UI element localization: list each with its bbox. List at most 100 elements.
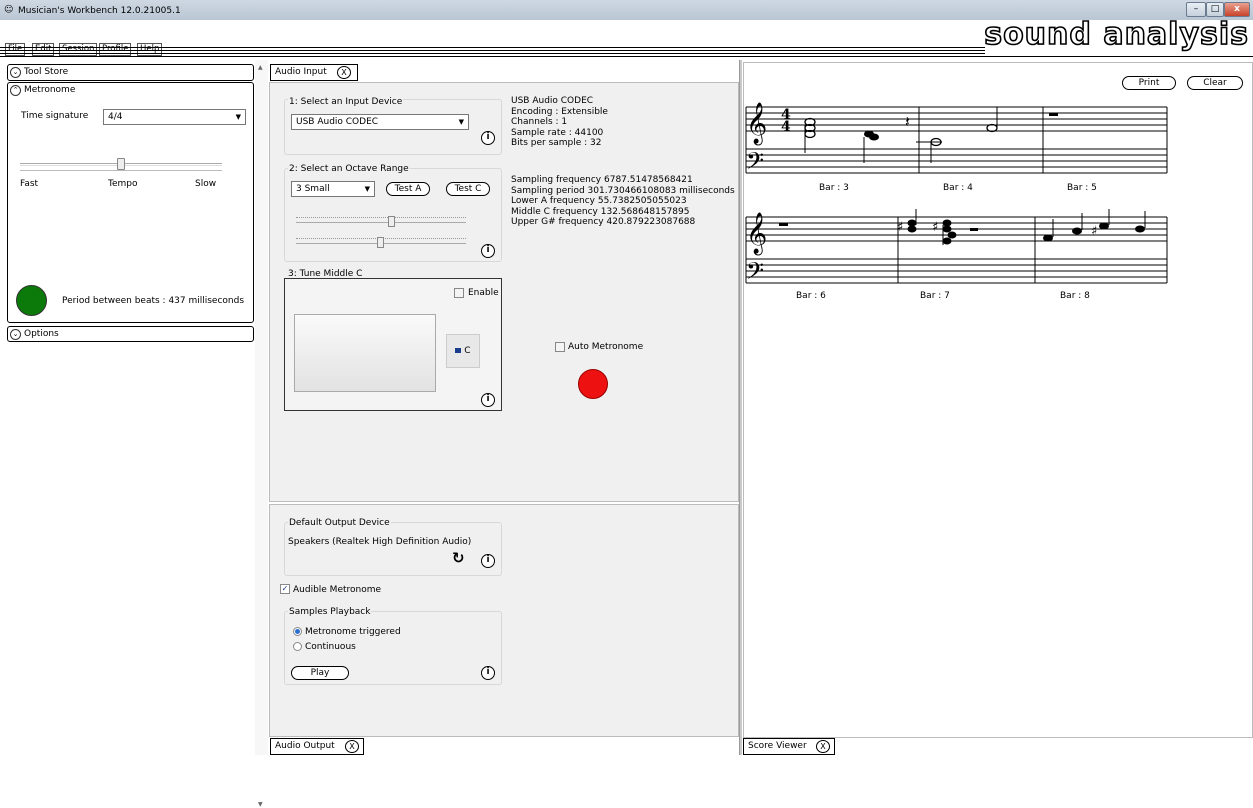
svg-text:𝄽: 𝄽 <box>905 112 910 131</box>
metronome-header[interactable]: ⌃ Metronome <box>8 83 253 99</box>
input-device-group-label: 1: Select an Input Device <box>288 97 404 107</box>
bass-clef-icon: 𝄢 <box>746 147 764 180</box>
tab-audio-output[interactable]: Audio Output X <box>270 738 364 755</box>
frequency-info-block: Sampling frequency 6787.51478568421 Samp… <box>511 175 735 228</box>
input-device-select[interactable]: USB Audio CODEC ▼ <box>291 114 469 130</box>
bar-8-notes: ♯ <box>1043 209 1146 242</box>
score-viewer-pane: Print Clear 𝄞 𝄢 4 4 𝄽 𝄞 𝄢 ♯ ♯ ♯ Bar: 3 … <box>743 62 1253 738</box>
refresh-icon[interactable]: ↻ <box>452 551 465 566</box>
info-icon[interactable]: i <box>481 131 495 145</box>
test-a-button[interactable]: Test A <box>386 182 430 196</box>
close-window-button[interactable]: x <box>1224 2 1250 17</box>
radio-continuous-label: Continuous <box>305 642 356 652</box>
tab-score-viewer[interactable]: Score Viewer X <box>743 738 835 755</box>
app-icon: ☺ <box>4 5 14 15</box>
octave-slider-ticks <box>296 217 466 219</box>
bar-label: Bar : 5 <box>1067 183 1097 193</box>
audible-metronome-checkbox[interactable]: ✓ <box>280 584 290 594</box>
time-signature-select[interactable]: 4/4 ▼ <box>103 109 246 125</box>
octave-slider-thumb[interactable] <box>388 216 395 227</box>
radio-metronome-triggered-label: Metronome triggered <box>305 627 401 637</box>
svg-text:♯: ♯ <box>897 220 903 235</box>
whole-rest-icon <box>1049 113 1058 116</box>
tune-slider-thumb[interactable] <box>377 237 384 248</box>
default-output-group-label: Default Output Device <box>288 518 391 528</box>
device-info-line: USB Audio CODEC <box>511 96 594 106</box>
options-header[interactable]: ⌄ Options <box>7 326 254 342</box>
chevron-down-icon: ⌄ <box>10 329 21 340</box>
bar-label: Bar : 4 <box>943 183 973 193</box>
beat-indicator <box>16 285 47 316</box>
period-text: Period between beats : 437 milliseconds <box>62 296 245 306</box>
radio-metronome-triggered[interactable] <box>293 627 302 636</box>
enable-label: Enable <box>468 288 499 298</box>
device-info-line: Channels : 1 <box>511 117 568 127</box>
tune-middle-c-group: Enable C i <box>284 278 502 411</box>
right-splitter[interactable] <box>739 60 742 755</box>
c-note-button[interactable]: C <box>446 334 480 368</box>
treble-clef-icon: 𝄞 <box>746 212 767 255</box>
tool-store-header[interactable]: ⌄ Tool Store <box>7 64 254 81</box>
default-output-group <box>284 522 502 576</box>
chevron-down-icon: ▼ <box>458 118 464 126</box>
info-icon[interactable]: i <box>481 554 495 568</box>
signal-indicator <box>578 369 608 399</box>
device-info-line: Bits per sample : 32 <box>511 138 602 148</box>
test-c-button[interactable]: Test C <box>446 182 490 196</box>
window-title: Musician's Workbench 12.0.21005.1 <box>18 6 181 16</box>
bar-label: Bar : 8 <box>1060 291 1090 301</box>
play-button[interactable]: Play <box>291 666 349 680</box>
octave-range-group-label: 2: Select an Octave Range <box>288 164 410 174</box>
tempo-fast-label: Fast <box>20 179 39 189</box>
tempo-slow-label: Slow <box>195 179 217 189</box>
close-icon[interactable]: X <box>345 740 359 753</box>
bar-label: Bar : 3 <box>819 183 849 193</box>
header-rule <box>0 50 985 51</box>
device-info-line: Encoding : Extensible <box>511 106 608 117</box>
svg-text:♯: ♯ <box>1091 224 1097 239</box>
bar-7-notes: ♯ ♯ <box>897 209 978 245</box>
device-info-line: Sample rate : 44100 <box>511 127 604 138</box>
octave-slider-track[interactable] <box>296 222 466 224</box>
note-indicator-icon <box>455 348 462 353</box>
chevron-down-icon: ▼ <box>364 185 370 193</box>
auto-metronome-label: Auto Metronome <box>568 342 644 352</box>
freq-info-line: Lower A frequency 55.7382505055023 <box>511 196 687 206</box>
tuner-display <box>294 314 436 392</box>
tempo-slider-thumb[interactable] <box>117 158 125 170</box>
header-rule <box>0 47 985 48</box>
freq-info-line: Sampling period 301.730466108083 millise… <box>511 185 735 196</box>
tab-audio-input[interactable]: Audio Input X <box>270 64 358 81</box>
metronome-panel: ⌃ Metronome Time signature 4/4 ▼ Fast Te… <box>7 82 254 323</box>
maximize-button[interactable]: □ <box>1206 2 1224 17</box>
svg-text:♯: ♯ <box>932 220 938 235</box>
close-icon[interactable]: X <box>816 740 830 753</box>
left-splitter[interactable]: ▲ ▼ <box>255 60 268 808</box>
header-rule <box>0 56 1253 57</box>
octave-select[interactable]: 3 Small ▼ <box>291 181 375 197</box>
sound-analysis-logo: sound analysis <box>983 17 1249 52</box>
bass-clef-icon: 𝄢 <box>746 257 764 290</box>
freq-info-line: Upper G# frequency 420.879223087688 <box>511 217 696 227</box>
chevron-down-icon: ⌄ <box>10 67 21 78</box>
auto-metronome-checkbox[interactable] <box>555 342 565 352</box>
tempo-label: Tempo <box>108 179 138 189</box>
info-icon[interactable]: i <box>481 666 495 680</box>
bar-label: Bar : 6 <box>796 291 826 301</box>
audio-output-pane: Default Output Device Speakers (Realtek … <box>269 504 739 737</box>
chevron-up-icon: ⌃ <box>10 85 21 96</box>
scroll-up-icon: ▲ <box>258 64 263 71</box>
close-icon[interactable]: X <box>337 66 351 79</box>
radio-continuous[interactable] <box>293 642 302 651</box>
enable-checkbox[interactable] <box>454 288 464 298</box>
output-device-name: Speakers (Realtek High Definition Audio) <box>288 537 472 547</box>
info-icon[interactable]: i <box>481 244 495 258</box>
treble-clef-icon: 𝄞 <box>746 102 767 145</box>
score-canvas: 𝄞 𝄢 4 4 𝄽 𝄞 𝄢 ♯ ♯ ♯ <box>745 102 1168 290</box>
device-info-block: USB Audio CODEC Encoding : Extensible Ch… <box>511 96 608 149</box>
freq-info-line: Middle C frequency 132.568648157895 <box>511 206 690 217</box>
bar-label: Bar : 7 <box>920 291 950 301</box>
info-icon[interactable]: i <box>481 393 495 407</box>
minimize-button[interactable]: – <box>1186 2 1206 17</box>
tempo-slider-ticks <box>20 170 222 173</box>
